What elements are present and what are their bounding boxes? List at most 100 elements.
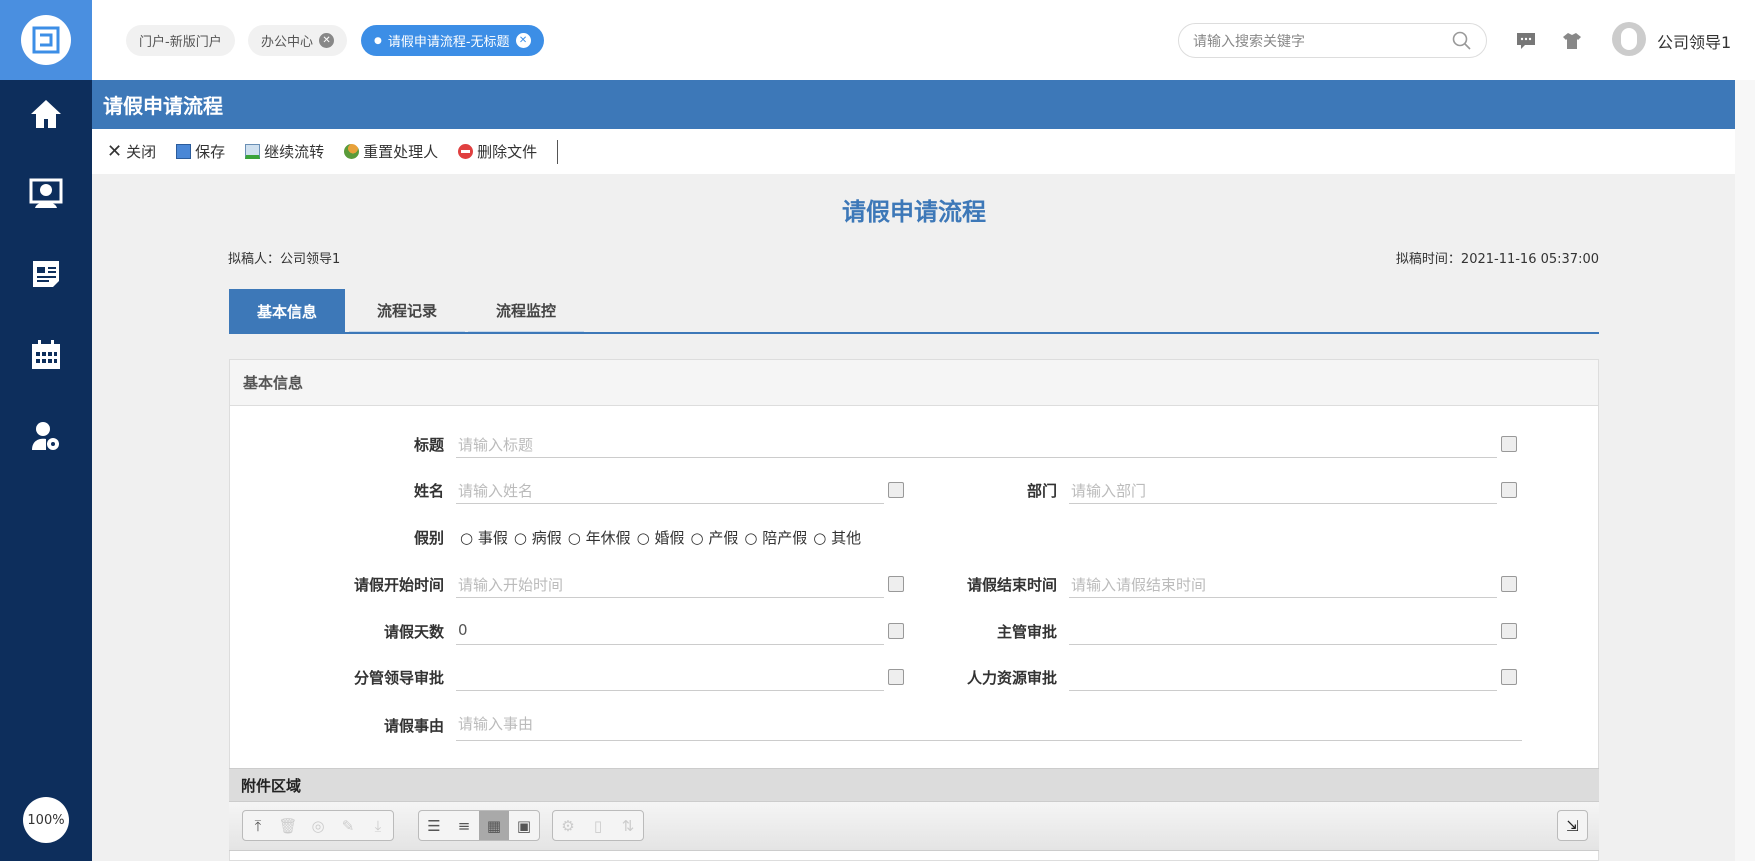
form-title: 请假申请流程 (842, 198, 986, 226)
end-time-input[interactable]: 请输入请假结束时间 (1069, 570, 1497, 598)
name-input[interactable]: 请输入姓名 (456, 476, 884, 504)
radio-option[interactable]: ○ 婚假 (637, 527, 685, 548)
expand-icon: ⇲ (1566, 816, 1579, 835)
draft-time: 拟稿时间：2021-11-16 05:37:00 (1395, 252, 1599, 267)
settings-group: ⚙ ▯ ⇅ (552, 810, 644, 841)
desktop-user-icon[interactable] (26, 174, 66, 214)
attachments-header: 附件区域 (229, 768, 1599, 801)
person-icon[interactable] (1501, 623, 1517, 639)
page-header-title: 请假申请流程 (103, 94, 223, 118)
skin-shirt-icon[interactable] (1563, 32, 1581, 50)
home-icon[interactable] (26, 94, 66, 134)
radio-option[interactable]: ○ 产假 (691, 527, 739, 548)
avatar[interactable] (1612, 22, 1646, 56)
start-time-label: 请假开始时间 (353, 576, 444, 594)
search-icon[interactable] (1452, 31, 1472, 51)
app-logo[interactable] (0, 0, 92, 80)
tab-portal[interactable]: 门户-新版门户 (126, 25, 235, 56)
close-button[interactable]: ✕ 关闭 (107, 141, 156, 162)
leader-input[interactable] (456, 663, 884, 691)
file-icon[interactable]: ▯ (583, 811, 613, 840)
download-icon[interactable]: ⤓ (363, 811, 393, 840)
news-icon[interactable] (26, 254, 66, 294)
tab-basic-info[interactable]: 基本信息 (229, 289, 345, 334)
scrollbar[interactable] (1735, 80, 1755, 861)
dept-label: 部门 (1026, 482, 1057, 500)
tab-leave-request[interactable]: ● 请假申请流程-无标题 ✕ (361, 25, 544, 56)
edit-icon[interactable] (1501, 436, 1517, 452)
supervisor-input[interactable] (1069, 617, 1497, 645)
radio-option[interactable]: ○ 病假 (514, 527, 562, 548)
image-icon[interactable]: ▣ (509, 811, 539, 840)
delete-file-label: 删除文件 (477, 143, 538, 161)
drafter: 拟稿人：公司领导1 (228, 252, 341, 267)
leave-type-radio-group: ○ 事假 ○ 病假 ○ 年休假 ○ 婚假 ○ 产假 ○ 陪产假 ○ 其他 (460, 527, 861, 548)
leave-type-label: 假别 (413, 529, 444, 547)
days-input[interactable]: 0 (456, 617, 884, 645)
end-time-label: 请假结束时间 (966, 576, 1057, 594)
calendar-icon[interactable] (26, 335, 66, 375)
calendar-icon[interactable] (1501, 576, 1517, 592)
tab-flow-records[interactable]: 流程记录 (349, 289, 465, 334)
numbered-list-icon[interactable]: ≡ (449, 811, 479, 840)
logo-icon (32, 26, 60, 54)
expand-button[interactable]: ⇲ (1557, 810, 1588, 841)
continue-flow-button[interactable]: 继续流转 (245, 141, 324, 162)
message-icon[interactable] (1516, 32, 1536, 50)
section-header: 基本信息 (229, 359, 1599, 406)
edit-icon[interactable]: ✎ (333, 811, 363, 840)
save-button[interactable]: 保存 (176, 141, 225, 162)
radio-option[interactable]: ○ 事假 (460, 527, 508, 548)
trash-icon[interactable]: 🗑 (273, 811, 303, 840)
hr-input[interactable] (1069, 663, 1497, 691)
preview-icon[interactable]: ◎ (303, 811, 333, 840)
supervisor-label: 主管审批 (996, 623, 1057, 641)
save-label: 保存 (195, 143, 226, 161)
search-input[interactable]: 请输入搜索关键字 (1178, 23, 1487, 58)
view-mode-group: ☰ ≡ ▦ ▣ (418, 810, 540, 841)
close-icon: ✕ (107, 141, 123, 162)
name-label: 姓名 (413, 482, 444, 500)
attachments-toolbar: ⤒ 🗑 ◎ ✎ ⤓ ☰ ≡ ▦ ▣ ⚙ ▯ ⇅ ⇲ (229, 801, 1599, 851)
person-icon[interactable] (1501, 669, 1517, 685)
tab-underline (229, 332, 1599, 334)
close-label: 关闭 (126, 143, 157, 161)
radio-label: 产假 (708, 529, 739, 547)
zoom-level-badge[interactable]: 100% (23, 797, 69, 843)
delete-file-button[interactable]: 删除文件 (458, 141, 537, 162)
radio-label: 婚假 (654, 529, 685, 547)
reset-handler-label: 重置处理人 (363, 143, 439, 161)
start-time-input[interactable]: 请输入开始时间 (456, 570, 884, 598)
radio-option[interactable]: ○ 陪产假 (744, 527, 807, 548)
radio-label: 事假 (477, 529, 508, 547)
tab-label: 请假申请流程-无标题 (387, 35, 510, 50)
department-icon[interactable] (1501, 482, 1517, 498)
radio-label: 病假 (531, 529, 562, 547)
user-settings-icon[interactable] (26, 416, 66, 456)
tab-flow-monitor[interactable]: 流程监控 (468, 289, 584, 334)
dept-input[interactable]: 请输入部门 (1069, 476, 1497, 504)
list-icon[interactable]: ☰ (419, 811, 449, 840)
tab-label: 门户-新版门户 (139, 35, 222, 50)
upload-icon[interactable]: ⤒ (243, 811, 273, 840)
tab-label: 办公中心 (261, 35, 314, 50)
subject-input[interactable]: 请输入标题 (456, 430, 1497, 458)
days-label: 请假天数 (383, 623, 444, 641)
reason-label: 请假事由 (383, 717, 444, 735)
continue-flow-icon (245, 144, 261, 159)
search-placeholder: 请输入搜索关键字 (1193, 33, 1305, 50)
tab-office-center[interactable]: 办公中心 ✕ (248, 25, 348, 56)
close-icon[interactable]: ✕ (515, 33, 531, 48)
radio-option[interactable]: ○ 其他 (813, 527, 861, 548)
close-icon[interactable]: ✕ (319, 33, 335, 48)
users-icon (344, 144, 360, 159)
radio-option[interactable]: ○ 年休假 (568, 527, 631, 548)
grid-icon[interactable]: ▦ (479, 811, 509, 840)
radio-label: 年休假 (585, 529, 631, 547)
reset-handler-button[interactable]: 重置处理人 (344, 141, 438, 162)
reason-textarea[interactable]: 请输入事由 (456, 709, 1522, 741)
user-name[interactable]: 公司领导1 (1657, 29, 1731, 53)
hr-label: 人力资源审批 (966, 669, 1057, 687)
sort-icon[interactable]: ⇅ (613, 811, 643, 840)
gear-icon[interactable]: ⚙ (553, 811, 583, 840)
